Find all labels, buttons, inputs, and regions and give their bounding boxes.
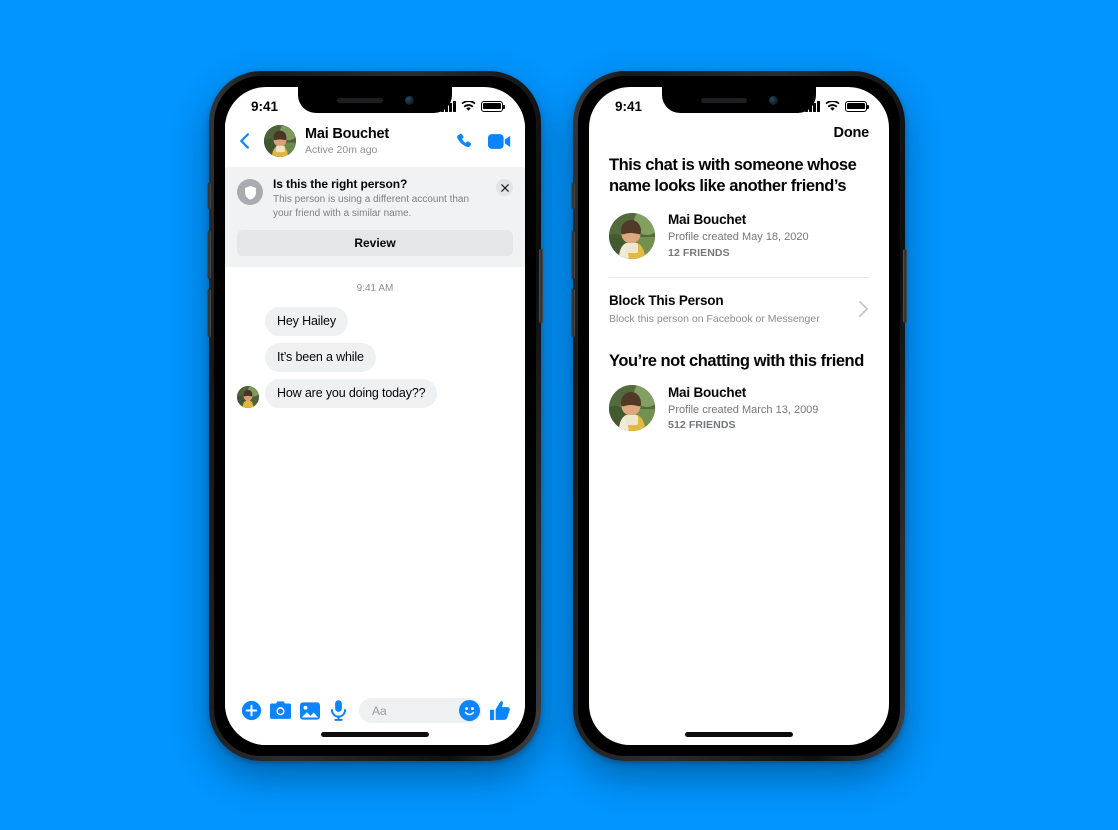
message-input-placeholder: Aa <box>372 703 387 718</box>
phone-review-device: 9:41 Done This chat is with someone whos… <box>571 71 907 761</box>
message-composer: Aa <box>225 692 525 745</box>
device-bezel: 9:41 Mai Bouchet Active 20m ago Is this … <box>214 76 536 756</box>
volume-down-button[interactable] <box>571 289 575 337</box>
video-camera-icon[interactable] <box>488 133 511 150</box>
message-sender-avatar[interactable] <box>237 385 259 408</box>
device-bezel: 9:41 Done This chat is with someone whos… <box>578 76 900 756</box>
wifi-icon <box>825 100 840 111</box>
avatar-gutter <box>237 385 259 408</box>
smiley-emoji-icon[interactable] <box>459 700 480 721</box>
chat-screen: 9:41 Mai Bouchet Active 20m ago Is this … <box>225 87 525 745</box>
power-button[interactable] <box>903 249 907 323</box>
message-bubble[interactable]: Hey Hailey <box>265 306 348 336</box>
message-input[interactable]: Aa <box>359 698 482 723</box>
image-icon[interactable] <box>295 701 324 721</box>
message-row: How are you doing today?? <box>237 378 513 408</box>
review-screen: 9:41 Done This chat is with someone whos… <box>589 87 889 745</box>
impostor-avatar[interactable] <box>609 212 655 259</box>
phone-chat-device: 9:41 Mai Bouchet Active 20m ago Is this … <box>207 71 543 761</box>
status-bar-time: 9:41 <box>251 98 279 114</box>
mute-switch[interactable] <box>571 183 575 209</box>
contact-name: Mai Bouchet <box>305 125 389 142</box>
home-indicator[interactable] <box>685 732 793 737</box>
message-bubble[interactable]: It’s been a while <box>265 342 376 372</box>
real-friend-name: Mai Bouchet <box>668 384 747 400</box>
real-friend-created-date: Profile created March 13, 2009 <box>668 404 819 417</box>
signal-bars-icon <box>441 100 456 112</box>
section-two-heading: You’re not chatting with this friend <box>609 351 864 370</box>
mute-switch[interactable] <box>207 183 211 209</box>
chat-header: Mai Bouchet Active 20m ago <box>225 121 525 167</box>
battery-icon <box>481 100 506 112</box>
review-button[interactable]: Review <box>237 229 513 256</box>
battery-icon <box>845 100 870 112</box>
thumbs-up-icon[interactable] <box>487 700 513 721</box>
chevron-left-icon[interactable] <box>235 131 255 151</box>
status-bar: 9:41 <box>589 87 889 121</box>
header-identity: Mai Bouchet Active 20m ago <box>305 126 445 156</box>
impostor-created-date: Profile created May 18, 2020 <box>668 231 809 244</box>
impostor-name: Mai Bouchet <box>668 211 747 227</box>
wifi-icon <box>461 100 476 111</box>
block-row-title: Block This Person <box>609 293 724 309</box>
impostor-warning-banner: Is this the right person? This person is… <box>225 167 525 267</box>
volume-down-button[interactable] <box>207 289 211 337</box>
message-thread: 9:41 AM Hey Hailey It’s been a while How… <box>225 266 525 692</box>
header-actions <box>454 131 511 151</box>
message-bubble[interactable]: How are you doing today?? <box>265 378 438 408</box>
section-one-heading: This chat is with someone whose name loo… <box>609 156 857 195</box>
real-friend-friend-count: 512 FRIENDS <box>668 419 736 432</box>
review-button-label: Review <box>354 235 396 250</box>
impostor-friend-count: 12 FRIENDS <box>668 246 730 259</box>
contact-avatar[interactable] <box>264 125 296 157</box>
impostor-profile-row[interactable]: Mai Bouchet Profile created May 18, 2020… <box>609 211 869 260</box>
home-indicator[interactable] <box>321 732 429 737</box>
block-row-subtitle: Block this person on Facebook or Messeng… <box>609 312 820 325</box>
status-bar: 9:41 <box>225 87 525 121</box>
plus-circle-icon[interactable] <box>237 700 266 721</box>
done-button[interactable]: Done <box>834 125 870 141</box>
banner-title: Is this the right person? <box>273 177 408 191</box>
sheet-navigation-bar: Done <box>589 121 889 155</box>
signal-bars-icon <box>805 100 820 112</box>
volume-up-button[interactable] <box>207 231 211 279</box>
message-row: It’s been a while <box>237 342 513 372</box>
message-row: Hey Hailey <box>237 306 513 336</box>
chevron-right-icon <box>859 301 868 318</box>
real-friend-avatar[interactable] <box>609 385 655 432</box>
block-this-person-row[interactable]: Block This Person Block this person on F… <box>609 278 869 328</box>
camera-icon[interactable] <box>266 701 295 720</box>
phone-call-icon[interactable] <box>454 131 474 151</box>
impostor-profile-text: Mai Bouchet Profile created May 18, 2020… <box>668 211 809 260</box>
real-friend-profile-row[interactable]: Mai Bouchet Profile created March 13, 20… <box>609 384 869 433</box>
block-row-text: Block This Person Block this person on F… <box>609 292 820 326</box>
banner-body: This person is using a different account… <box>273 194 470 219</box>
thread-timestamp: 9:41 AM <box>356 282 394 294</box>
power-button[interactable] <box>539 249 543 323</box>
volume-up-button[interactable] <box>571 231 575 279</box>
real-friend-profile-text: Mai Bouchet Profile created March 13, 20… <box>668 384 818 433</box>
status-bar-time: 9:41 <box>615 98 643 114</box>
sheet-content: This chat is with someone whose name loo… <box>589 155 889 433</box>
contact-active-status: Active 20m ago <box>305 143 378 156</box>
microphone-icon[interactable] <box>324 700 353 721</box>
shield-icon <box>237 179 263 205</box>
close-x-icon[interactable] <box>496 179 513 196</box>
